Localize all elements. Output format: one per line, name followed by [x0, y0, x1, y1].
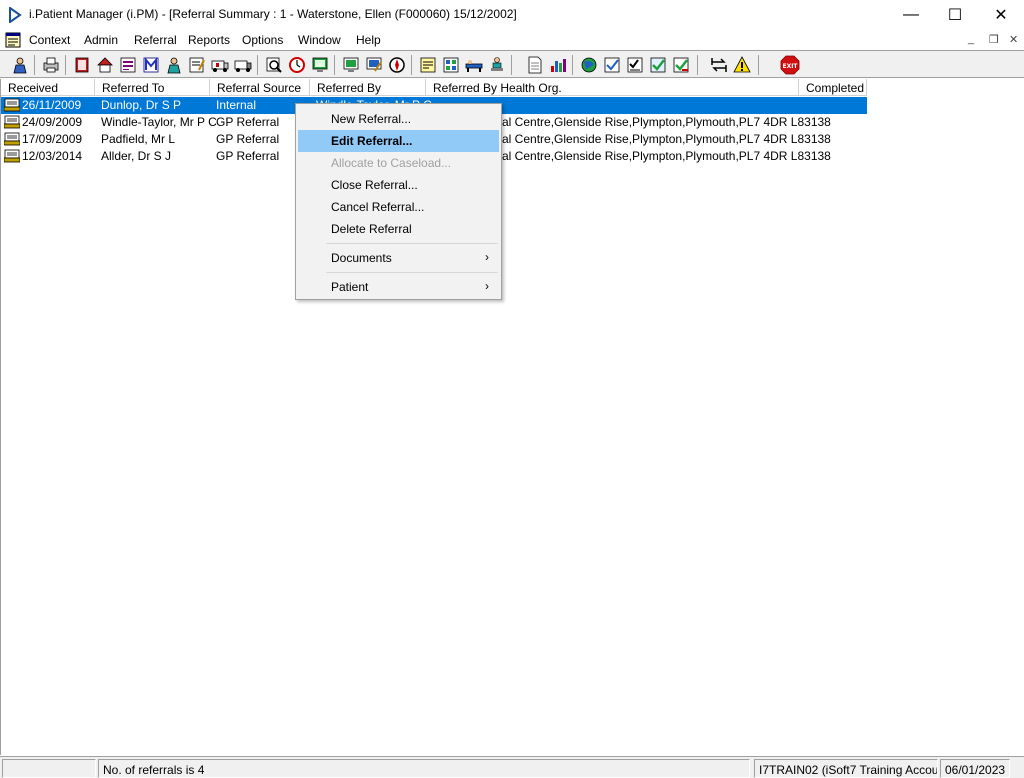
status-bar: No. of referrals is 4 I7TRAIN02 (iSoft7 …: [0, 756, 1024, 778]
toolbar-globe-icon[interactable]: [578, 54, 599, 75]
document-window-icon[interactable]: [5, 32, 21, 48]
cell-received: 12/03/2014: [22, 149, 83, 163]
column-header-completed[interactable]: Completed: [799, 79, 867, 96]
toolbar-page-icon[interactable]: [524, 54, 545, 75]
cell-referred-to: Windle-Taylor, Mr P C: [101, 115, 217, 129]
toolbar: EXIT: [0, 50, 1024, 78]
cell-health-org: cal Centre,Glenside Rise,Plympton,Plymou…: [496, 132, 831, 146]
column-header-received[interactable]: Received: [1, 79, 95, 96]
toolbar-ambulance-icon[interactable]: [209, 54, 230, 75]
close-window-button[interactable]: ✕: [978, 0, 1024, 30]
toolbar-notepad-icon[interactable]: [186, 54, 207, 75]
toolbar-bar-chart-icon[interactable]: [547, 54, 568, 75]
toolbar-list-icon[interactable]: [117, 54, 138, 75]
toolbar-person-icon[interactable]: [9, 54, 30, 75]
toolbar-exit-icon[interactable]: EXIT: [779, 54, 800, 75]
toolbar-m-icon[interactable]: [140, 54, 161, 75]
menu-item-close-referral[interactable]: Close Referral...: [298, 174, 499, 196]
list-header: Received Referred To Referral Source Ref…: [1, 79, 867, 96]
toolbar-house-icon[interactable]: [94, 54, 115, 75]
menu-item-delete-referral[interactable]: Delete Referral: [298, 218, 499, 240]
menu-reports[interactable]: Reports: [188, 33, 230, 47]
svg-text:EXIT: EXIT: [782, 63, 798, 70]
menu-item-documents[interactable]: Documents ›: [298, 247, 499, 269]
cell-received: 26/11/2009: [22, 98, 82, 112]
toolbar-monitor-icon[interactable]: [309, 54, 330, 75]
submenu-arrow-icon: ›: [485, 250, 489, 264]
cell-received: 17/09/2009: [22, 132, 83, 146]
cell-source: GP Referral: [216, 132, 280, 146]
toolbar-bed-icon[interactable]: [463, 54, 484, 75]
column-header-referred-to[interactable]: Referred To: [95, 79, 210, 96]
cell-received: 24/09/2009: [22, 115, 83, 129]
toolbar-check-list-icon[interactable]: [624, 54, 645, 75]
toolbar-approve-icon[interactable]: [670, 54, 691, 75]
toolbar-chair-icon[interactable]: [486, 54, 507, 75]
toolbar-compass-icon[interactable]: [386, 54, 407, 75]
column-header-referred-by[interactable]: Referred By: [310, 79, 426, 96]
menu-options[interactable]: Options: [242, 33, 283, 47]
column-header-health-org[interactable]: Referred By Health Org.: [426, 79, 799, 96]
context-menu: New Referral... Edit Referral... Allocat…: [295, 103, 502, 300]
toolbar-print-icon[interactable]: [40, 54, 61, 75]
mdi-minimize-button[interactable]: _: [968, 33, 974, 45]
referral-row-icon: [4, 98, 20, 112]
referral-row-icon: [4, 149, 20, 163]
toolbar-warning-icon[interactable]: [731, 54, 752, 75]
toolbar-search-icon[interactable]: [263, 54, 284, 75]
menu-item-cancel-referral[interactable]: Cancel Referral...: [298, 196, 499, 218]
toolbar-swap-icon[interactable]: [708, 54, 729, 75]
minimize-button[interactable]: —: [888, 0, 934, 30]
toolbar-clock-icon[interactable]: [286, 54, 307, 75]
column-header-referral-source[interactable]: Referral Source: [210, 79, 310, 96]
cell-source: GP Referral: [216, 149, 280, 163]
maximize-button[interactable]: ☐: [932, 0, 978, 30]
menu-item-allocate-caseload: Allocate to Caseload...: [331, 156, 452, 170]
menu-item-patient[interactable]: Patient ›: [298, 276, 499, 298]
menu-admin[interactable]: Admin: [84, 33, 118, 47]
cell-source: GP Referral: [216, 115, 280, 129]
referral-row-icon: [4, 115, 20, 129]
cell-referred-to: Allder, Dr S J: [101, 149, 172, 163]
toolbar-book-icon[interactable]: [71, 54, 92, 75]
toolbar-vehicle-icon[interactable]: [232, 54, 253, 75]
status-pane-blank: [2, 759, 96, 778]
toolbar-note-icon[interactable]: [417, 54, 438, 75]
toolbar-grid-icon[interactable]: [440, 54, 461, 75]
menu-help[interactable]: Help: [356, 33, 381, 47]
status-date: 06/01/2023: [940, 759, 1010, 778]
referral-list[interactable]: Received Referred To Referral Source Ref…: [0, 79, 1024, 755]
menu-context[interactable]: Context: [29, 33, 70, 47]
title-bar: i.Patient Manager (i.PM) - [Referral Sum…: [0, 0, 1024, 30]
menu-separator: [326, 243, 498, 244]
menu-item-patient-label: Patient: [331, 280, 369, 294]
referral-row-icon: [4, 132, 20, 146]
toolbar-screen-icon[interactable]: [340, 54, 361, 75]
menu-separator: [326, 272, 498, 273]
window-title: i.Patient Manager (i.PM) - [Referral Sum…: [29, 7, 517, 21]
cell-source: Internal: [216, 98, 257, 112]
menu-item-new-referral[interactable]: New Referral...: [298, 108, 499, 130]
app-play-icon: [9, 7, 22, 23]
cell-referred-to: Dunlop, Dr S P: [101, 98, 182, 112]
cell-health-org: cal Centre,Glenside Rise,Plympton,Plymou…: [496, 149, 831, 163]
mdi-restore-button[interactable]: ❐: [989, 33, 999, 46]
toolbar-check-green-icon[interactable]: [647, 54, 668, 75]
submenu-arrow-icon: ›: [485, 279, 489, 293]
menu-bar: Context Admin Referral Reports Options W…: [0, 30, 1024, 50]
status-account: I7TRAIN02 (iSoft7 Training Account): [754, 759, 938, 778]
mdi-close-button[interactable]: ✕: [1009, 33, 1018, 46]
toolbar-edit-screen-icon[interactable]: [363, 54, 384, 75]
menu-referral[interactable]: Referral: [134, 33, 177, 47]
menu-window[interactable]: Window: [298, 33, 341, 47]
cell-referred-to: Padfield, Mr L: [101, 132, 176, 146]
status-referral-count: No. of referrals is 4: [98, 759, 750, 778]
menu-item-edit-referral[interactable]: Edit Referral...: [298, 130, 499, 152]
menu-item-documents-label: Documents: [331, 251, 392, 265]
toolbar-doctor-icon[interactable]: [163, 54, 184, 75]
cell-health-org: cal Centre,Glenside Rise,Plympton,Plymou…: [496, 115, 831, 129]
toolbar-check-doc-icon[interactable]: [601, 54, 622, 75]
